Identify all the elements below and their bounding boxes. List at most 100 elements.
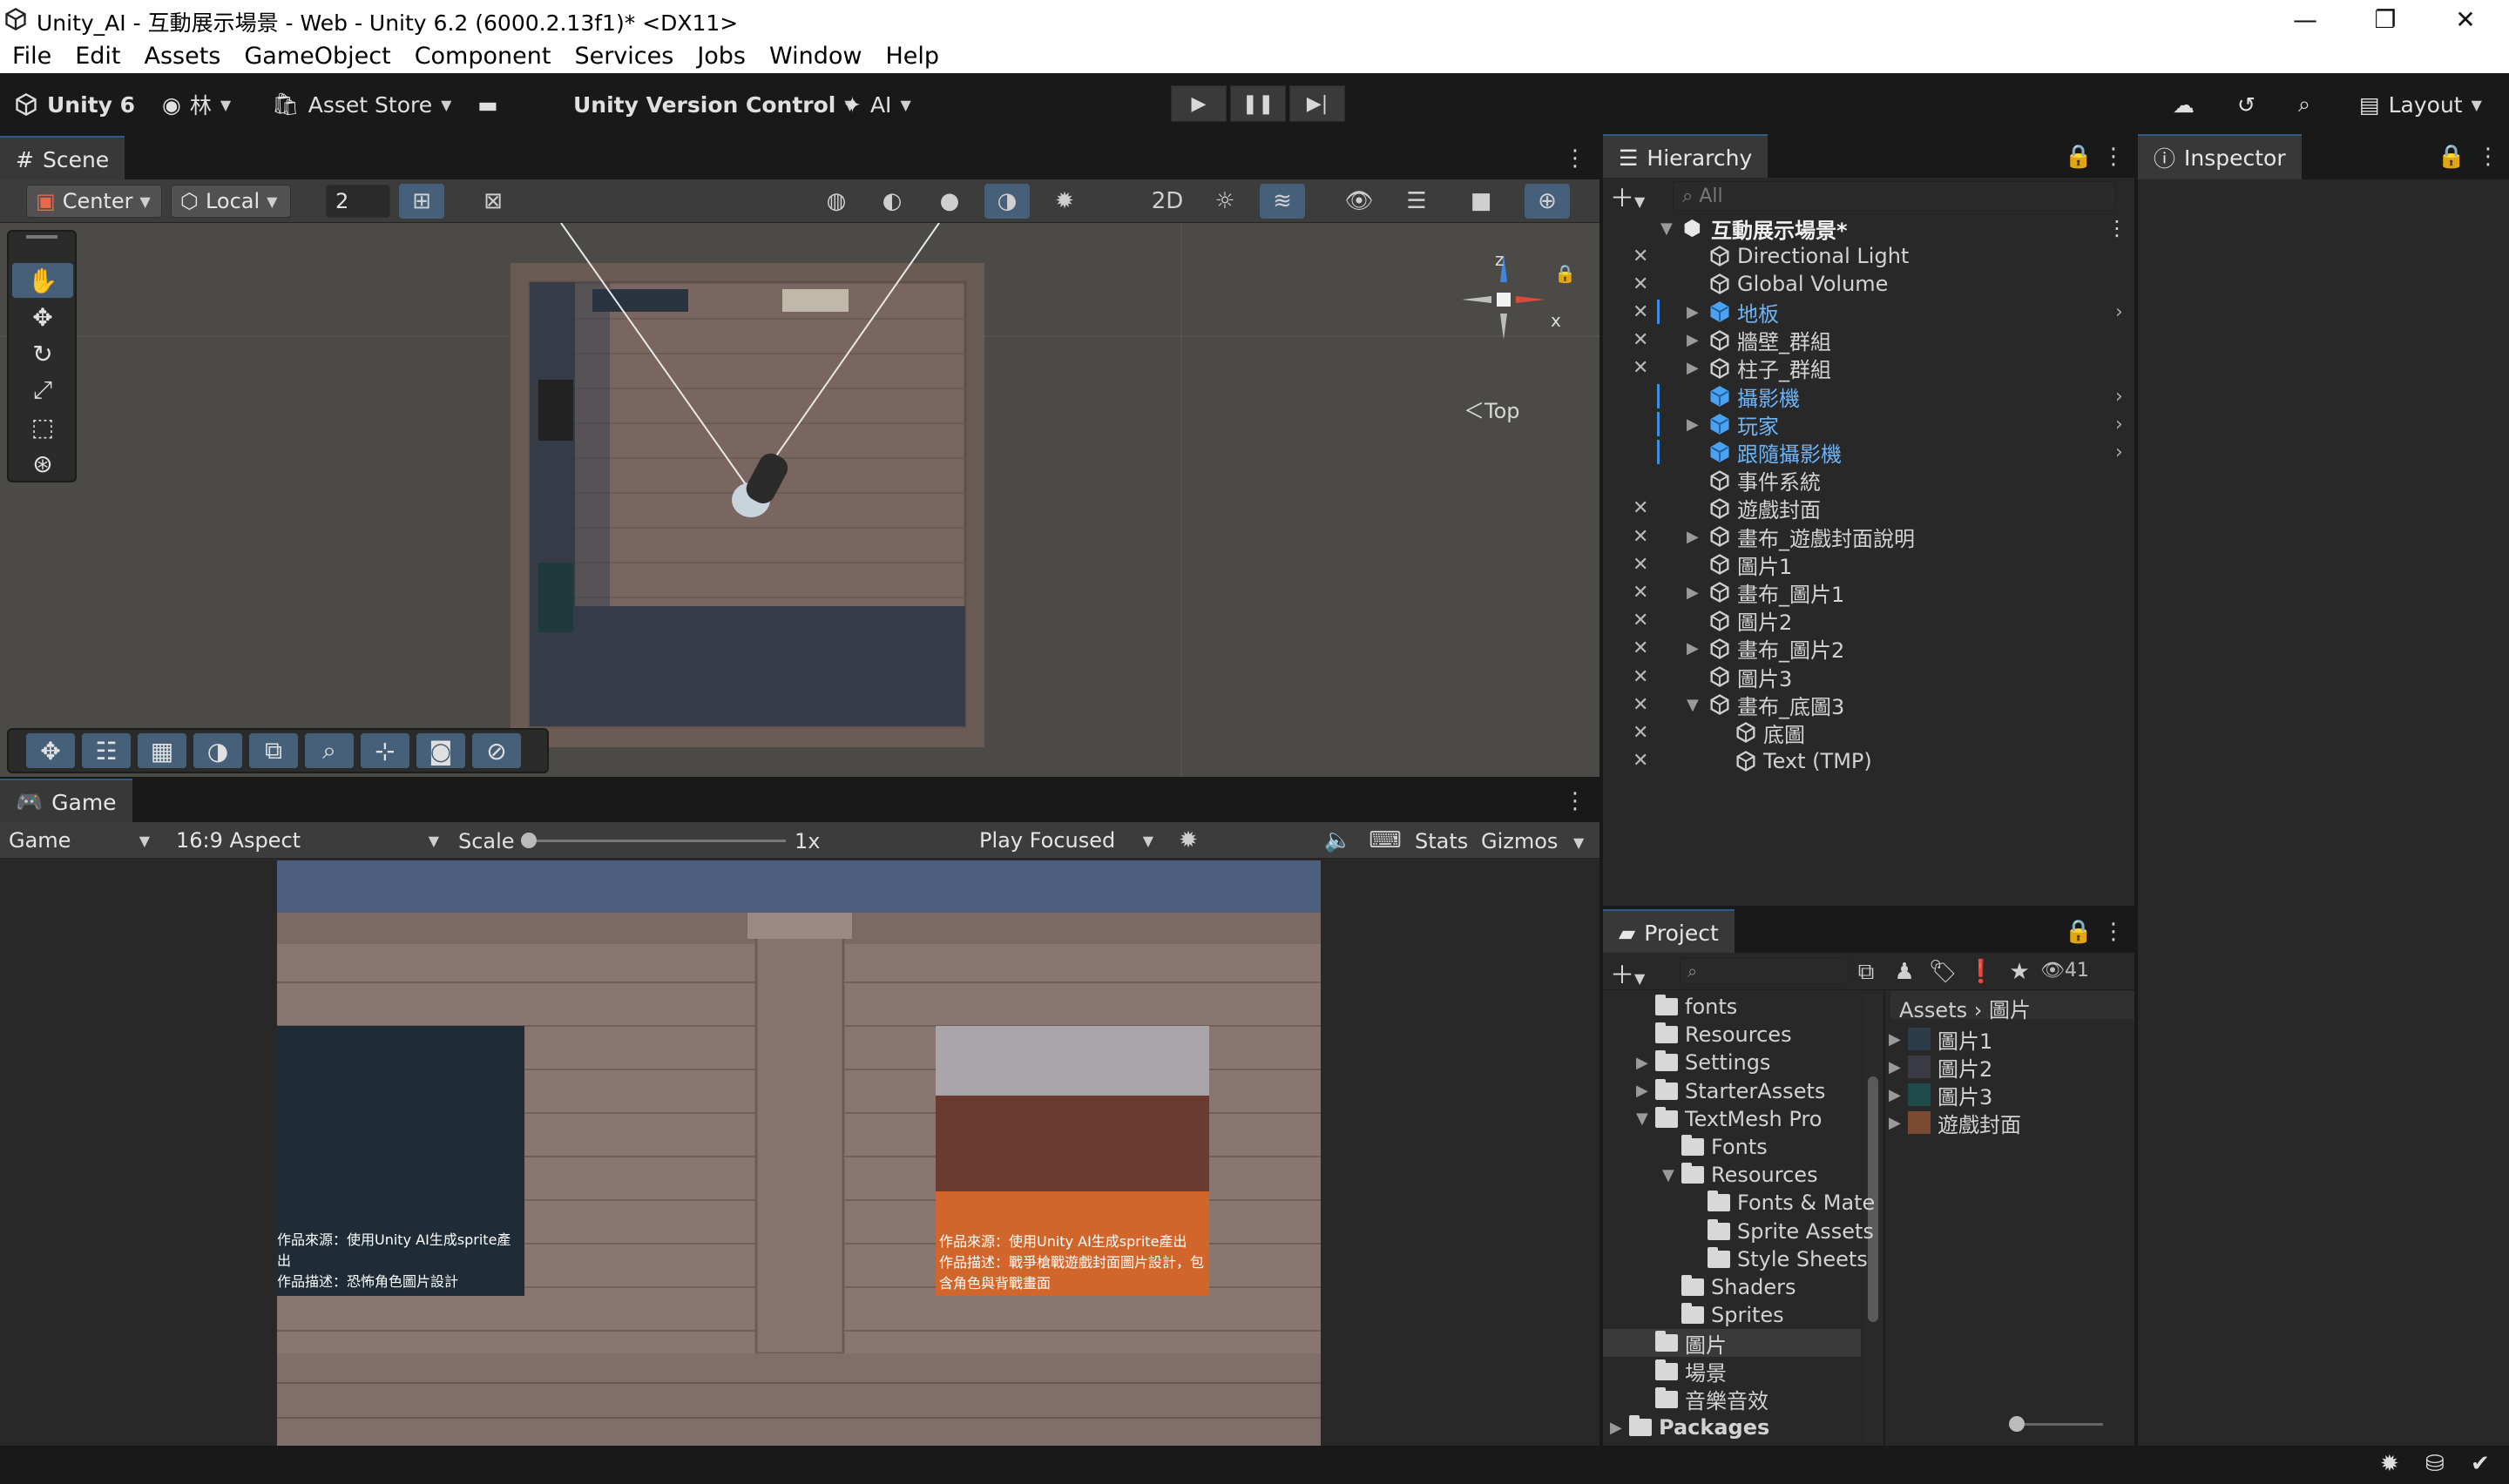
menu-jobs[interactable]: Jobs <box>685 43 757 70</box>
shaded-wire-icon[interactable]: ◐ <box>869 184 915 219</box>
space-dropdown[interactable]: ⬡ Local ▼ <box>171 185 291 218</box>
expand-toggle-icon[interactable]: ▼ <box>1687 696 1699 714</box>
visibility-hidden-icon[interactable]: ✕ <box>1633 582 1655 604</box>
chevron-down-icon[interactable]: ▼ <box>1660 219 1673 238</box>
project-folder-item[interactable]: Style Sheets <box>1708 1245 1868 1273</box>
project-folder-item[interactable]: Sprites <box>1681 1301 1784 1329</box>
hierarchy-item[interactable]: ✕ 遊戲封面 <box>1603 495 2134 523</box>
hierarchy-item[interactable]: ✕ Global Volume <box>1603 270 2134 298</box>
debug-draw-icon[interactable]: ✹ <box>1042 184 1087 219</box>
project-search-input[interactable]: ⌕ <box>1680 958 1849 984</box>
restore-button[interactable]: ❐ <box>2345 0 2425 38</box>
expand-toggle-icon[interactable]: ▶ <box>1636 1082 1648 1100</box>
asset-item[interactable]: ▶ 圖片1 <box>1889 1025 1992 1054</box>
hierarchy-item[interactable]: ✕ 圖片1 <box>1603 550 2134 579</box>
favorite-icon[interactable]: ★ <box>2002 954 2037 989</box>
expand-toggle-icon[interactable]: ▶ <box>1687 359 1699 377</box>
transform-tool-icon[interactable]: ⊛ <box>12 446 73 481</box>
menu-services[interactable]: Services <box>562 43 685 70</box>
cloud-icon[interactable]: ☁ <box>2173 87 2195 122</box>
hierarchy-item[interactable]: ✕ ▶ 畫布_圖片1 <box>1603 578 2134 607</box>
hierarchy-item[interactable]: ✕ ▶ 畫布_遊戲封面說明 <box>1603 523 2134 551</box>
create-asset-button[interactable]: ＋▼ <box>1610 956 1662 989</box>
chevron-right-icon[interactable]: › <box>2115 442 2123 463</box>
effects-icon[interactable]: ≋ <box>1260 184 1305 219</box>
scale-tool-icon[interactable]: ⤢ <box>12 373 73 408</box>
hierarchy-item[interactable]: ✕ ▶ 柱子_群組 <box>1603 354 2134 382</box>
visibility-hidden-icon[interactable]: ✕ <box>1633 497 1655 519</box>
menu-component[interactable]: Component <box>402 43 563 70</box>
breadcrumb-current[interactable]: 圖片 <box>1989 998 2031 1022</box>
hierarchy-search-input[interactable]: ⌕ All <box>1673 181 2115 211</box>
layers-overlay-icon[interactable]: ⧉ <box>249 733 298 768</box>
scale-slider-handle[interactable] <box>521 833 537 848</box>
unity-account-button[interactable]: Unity 6 <box>14 87 135 122</box>
scale-slider[interactable] <box>528 840 786 842</box>
hierarchy-item[interactable]: ✕ 圖片3 <box>1603 663 2134 691</box>
hand-tool-icon[interactable]: ✋ <box>12 263 73 298</box>
menu-help[interactable]: Help <box>873 43 950 70</box>
hierarchy-item[interactable]: ✕ 底圖 <box>1603 718 2134 747</box>
account-dropdown[interactable]: ◉ 林 ▼ <box>162 87 231 122</box>
keyboard-icon[interactable]: ⌨ <box>1363 823 1408 858</box>
more-options-icon[interactable]: ⋮ <box>2107 216 2127 240</box>
camera-icon[interactable]: ■ <box>1458 184 1504 219</box>
step-button[interactable]: ▶| <box>1289 85 1345 122</box>
icon-size-slider[interactable] <box>2016 1423 2103 1426</box>
move-overlay-icon[interactable]: ✥ <box>26 733 75 768</box>
hierarchy-item[interactable]: ✕ ▼ 畫布_底圖3 <box>1603 691 2134 719</box>
expand-toggle-icon[interactable]: ▶ <box>1687 528 1699 546</box>
layout-dropdown[interactable]: ▤ Layout ▼ <box>2359 87 2482 122</box>
menu-gameobject[interactable]: GameObject <box>232 43 402 70</box>
visibility-hidden-icon[interactable]: ✕ <box>1633 246 1655 267</box>
cache-status-icon[interactable]: ⛁ <box>2425 1451 2445 1477</box>
hierarchy-item[interactable]: ✕ ▶ 牆壁_群組 <box>1603 327 2134 354</box>
hierarchy-item[interactable]: ✕ Directional Light <box>1603 242 2134 270</box>
gizmos-button[interactable]: Gizmos <box>1481 829 1558 853</box>
scene-view[interactable]: z x 🔒 ＜Top ✋ ✥ ↻ ⤢ ⬚ ⊛ ✥ ☷ ▦ ◑ ⧉ ⌕ ⊹ ◙ ⊘ <box>0 223 1599 777</box>
visibility-hidden-icon[interactable]: ✕ <box>1633 301 1655 323</box>
menu-window[interactable]: Window <box>757 43 873 70</box>
project-folder-item[interactable]: 圖片 <box>1603 1329 1861 1358</box>
navigate-overlay-icon[interactable]: ⊘ <box>472 733 521 768</box>
check-status-icon[interactable]: ✔ <box>2471 1451 2490 1477</box>
move-tool-icon[interactable]: ✥ <box>12 300 73 334</box>
expand-toggle-icon[interactable]: ▶ <box>1687 639 1699 658</box>
more-options-icon[interactable]: ⋮ <box>2091 914 2136 949</box>
asset-item[interactable]: ▶ 遊戲封面 <box>1889 1109 2021 1137</box>
history-icon[interactable]: ↺ <box>2237 87 2255 122</box>
stats-button[interactable]: Stats <box>1415 829 1468 853</box>
chevron-right-icon[interactable]: › <box>2115 414 2123 435</box>
shaded-icon[interactable]: ● <box>927 184 972 219</box>
expand-toggle-icon[interactable]: ▶ <box>1636 1054 1648 1072</box>
view-label[interactable]: ＜Top <box>1464 394 1520 424</box>
project-folder-item[interactable]: ▶ Packages <box>1610 1413 1769 1441</box>
increment-snap-icon[interactable]: ⊠ <box>470 184 516 219</box>
hierarchy-item[interactable]: ✕ ▶ 畫布_圖片2 <box>1603 635 2134 663</box>
search-icon[interactable]: ⌕ <box>2298 87 2310 122</box>
more-options-icon[interactable]: ⋮ <box>1552 141 1598 176</box>
menu-file[interactable]: File <box>0 43 63 70</box>
tab-inspector[interactable]: ⓘ Inspector <box>2138 134 2302 179</box>
version-control-dropdown[interactable]: Unity Version Control ▼ <box>573 87 855 122</box>
add-object-button[interactable]: ＋▼ <box>1610 179 1662 214</box>
play-button[interactable]: ▶ <box>1171 85 1227 122</box>
tab-scene[interactable]: # Scene <box>0 136 125 181</box>
expand-toggle-icon[interactable]: ▶ <box>1889 1114 1901 1132</box>
layers-icon[interactable]: ☰ <box>1394 184 1439 219</box>
hierarchy-item[interactable]: ✕ ▶ 地板 › <box>1603 298 2134 327</box>
project-folder-item[interactable]: ▼ Resources <box>1662 1161 1818 1189</box>
menu-assets[interactable]: Assets <box>132 43 232 70</box>
rotate-tool-icon[interactable]: ↻ <box>12 336 73 371</box>
hierarchy-item[interactable]: ✕ 圖片2 <box>1603 607 2134 635</box>
pause-button[interactable]: ❚❚ <box>1230 85 1286 122</box>
visibility-hidden-icon[interactable]: ✕ <box>1633 750 1655 772</box>
mute-audio-icon[interactable]: 🔈 <box>1315 823 1361 858</box>
project-folder-item[interactable]: 音樂音效 <box>1655 1386 1768 1413</box>
wireframe-icon[interactable]: ◍ <box>814 184 859 219</box>
play-mode-dropdown[interactable]: Play Focused ▼ <box>970 824 1162 857</box>
visibility-hidden-icon[interactable]: ✕ <box>1633 526 1655 548</box>
visibility-hidden-icon[interactable]: ✕ <box>1633 554 1655 576</box>
chevron-right-icon[interactable]: › <box>2115 301 2123 323</box>
minimize-button[interactable]: — <box>2265 0 2345 38</box>
